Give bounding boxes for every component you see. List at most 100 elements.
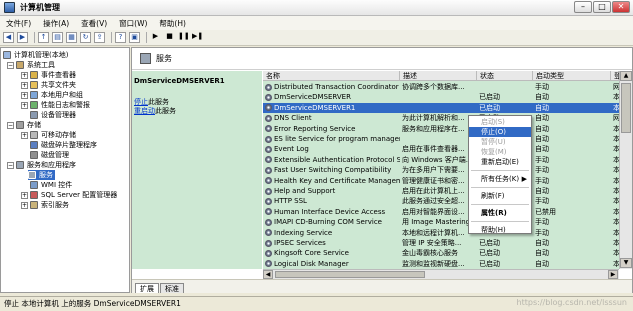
tab-extended[interactable]: 扩展 [135,283,159,293]
service-status-cell: 已启动 [479,239,500,247]
forward-icon[interactable]: ▶ [17,32,28,43]
expand-icon[interactable]: + [21,191,28,199]
service-row[interactable]: Help and Support启用在此计算机上...已启动自动本 [263,186,619,196]
tree-item-wmi-control[interactable]: WMI 控件 [30,180,72,190]
service-row[interactable]: HTTP SSL此服务通过安全超...已启动手动本 [263,196,619,206]
context-all-tasks[interactable]: 所有任务(K) ▶ [469,174,531,184]
close-button[interactable]: ✕ [612,1,630,13]
tree-item-device-manager[interactable]: 设备管理器 [30,110,76,120]
restart-service-icon[interactable]: ▶❚ [192,32,203,43]
menu-window[interactable]: 窗口(W) [113,18,153,29]
expand-icon[interactable]: + [21,101,28,109]
stop-service-link[interactable]: 停止 [134,98,148,106]
title-bar[interactable]: 计算机管理 – □ ✕ [0,0,633,16]
tree-item-services[interactable]: 服务 [28,170,55,180]
menu-action[interactable]: 操作(A) [37,18,75,29]
expand-icon[interactable]: + [21,91,28,99]
service-row[interactable]: DNS Client为此计算机解析和...已启动自动网 [263,113,619,123]
vertical-scroll-thumb[interactable] [621,83,631,133]
column-header-description[interactable]: 描述 [400,71,477,80]
tree-item-storage[interactable]: − 存储 [7,120,41,130]
service-name-cell: IPSEC Services [263,238,400,248]
tab-standard[interactable]: 标准 [160,283,184,293]
help-icon[interactable]: ? [115,32,126,43]
tree-item-shared-folders[interactable]: + 共享文件夹 [21,80,76,90]
horizontal-scroll-thumb[interactable] [275,271,425,278]
column-header-startup-type[interactable]: 启动类型 [533,71,611,80]
service-logon-cell: 网 [613,114,619,123]
scroll-right-arrow-icon[interactable]: ▶ [608,270,618,279]
tree-item-disk-defragmenter[interactable]: 磁盘碎片整理程序 [30,140,97,150]
collapse-icon[interactable]: − [7,161,14,169]
services-gear-icon [140,53,151,64]
up-icon[interactable]: ↑ [38,32,49,43]
tree-item-services-and-applications[interactable]: − 服务和应用程序 [7,160,76,170]
minimize-button[interactable]: – [574,1,592,13]
context-properties[interactable]: 属性(R) [469,208,531,218]
properties-icon[interactable]: ▦ [66,32,77,43]
start-service-icon[interactable]: ▶ [150,32,161,43]
expand-icon[interactable]: + [21,131,28,139]
scroll-left-arrow-icon[interactable]: ◀ [263,270,273,279]
console-icon[interactable]: ▣ [129,32,140,43]
show-tree-icon[interactable]: ▤ [52,32,63,43]
context-help[interactable]: 帮助(H) [469,225,531,235]
service-row[interactable]: IMAPI CD-Burning COM Service 用 Image Mast… [263,217,619,227]
expand-icon[interactable]: + [21,201,28,209]
scroll-up-arrow-icon[interactable]: ▲ [620,71,632,81]
tree-item-event-viewer[interactable]: + 事件查看器 [21,70,76,80]
vertical-scrollbar[interactable]: ▲ ▼ [619,71,632,269]
scroll-down-arrow-icon[interactable]: ▼ [620,258,632,268]
tree-item-disk-management[interactable]: 磁盘管理 [30,150,69,160]
context-separator [471,221,529,222]
tree-item-sql-server-config[interactable]: + SQL Server 配置管理器 [21,190,117,200]
stop-service-icon[interactable]: ■ [164,32,175,43]
service-row[interactable]: Human Interface Device Access 启用对智能界面设...… [263,207,619,217]
context-pause[interactable]: 暂停(U) [469,137,531,147]
context-stop[interactable]: 停止(O) [469,127,531,137]
tree-item-performance-logs[interactable]: + 性能日志和警报 [21,100,90,110]
column-header-status[interactable]: 状态 [477,71,533,80]
restart-service-link[interactable]: 重启动 [134,107,155,115]
service-row[interactable]: IPSEC Services 管理 IP 安全策略... 已启动 自动 本 [263,238,619,248]
service-row[interactable]: ES lite Service for program management.已… [263,134,619,144]
tree-item-computer-management[interactable]: 计算机管理(本地) [3,50,68,60]
maximize-button[interactable]: □ [593,1,611,13]
service-row[interactable]: DmServiceDMSERVER1 已启动 自动 本 [263,102,619,113]
context-resume[interactable]: 恢复(M) [469,147,531,157]
context-refresh[interactable]: 刷新(F) [469,191,531,201]
menu-view[interactable]: 查看(V) [75,18,113,29]
service-row[interactable]: DmServiceDMSERVER 已启动 自动 本 [263,92,619,102]
expand-icon[interactable]: + [21,81,28,89]
horizontal-scrollbar[interactable]: ◀ ▶ [263,269,619,279]
pause-service-icon[interactable]: ❚❚ [178,32,190,43]
service-row[interactable]: Fast User Switching Compatibility 为在多用户下需… [263,165,619,175]
export-icon[interactable]: ⇪ [94,32,105,43]
service-startup-cell: 自动 [535,239,549,247]
context-start[interactable]: 启动(S) [469,117,531,127]
service-description-cell: 启用在此计算机上... [402,187,465,195]
expand-icon[interactable]: + [21,71,28,79]
context-restart[interactable]: 重新启动(E) [469,157,531,167]
service-row[interactable]: Health Key and Certificate Managemen...管… [263,176,619,186]
tree-item-removable-storage[interactable]: + 可移动存储 [21,130,76,140]
service-row[interactable]: Error Reporting Service服务和应用程序在...已启动自动本 [263,124,619,134]
menu-help[interactable]: 帮助(H) [153,18,192,29]
panel-title: 服务 [156,54,172,63]
service-row[interactable]: Logical Disk Manager 监测和监视新硬盘... 已启动 自动 本 [263,259,619,269]
service-row[interactable]: Distributed Transaction Coordinator 协调跨多个… [263,82,619,92]
back-icon[interactable]: ◀ [3,32,14,43]
column-header-name[interactable]: 名称 [263,71,400,80]
tree-item-local-users[interactable]: + 本地用户和组 [21,90,83,100]
collapse-icon[interactable]: − [7,121,14,129]
refresh-icon[interactable]: ↻ [80,32,91,43]
tree-item-indexing-service[interactable]: + 索引服务 [21,200,69,210]
collapse-icon[interactable]: − [7,61,14,69]
service-row[interactable]: Indexing Service 本地和远程计算机... 手动 本 [263,228,619,238]
column-header-logon[interactable]: 登 [611,71,619,80]
menu-file[interactable]: 文件(F) [0,18,37,29]
service-row[interactable]: Extensible Authentication Protocol Ser..… [263,155,619,165]
service-row[interactable]: Kingsoft Core Service 金山毒霸核心服务 已启动 自动 本 [263,248,619,258]
tree-item-system-tools[interactable]: − 系统工具 [7,60,55,70]
service-row[interactable]: Event Log启用在事件查看器...已启动自动本 [263,144,619,154]
